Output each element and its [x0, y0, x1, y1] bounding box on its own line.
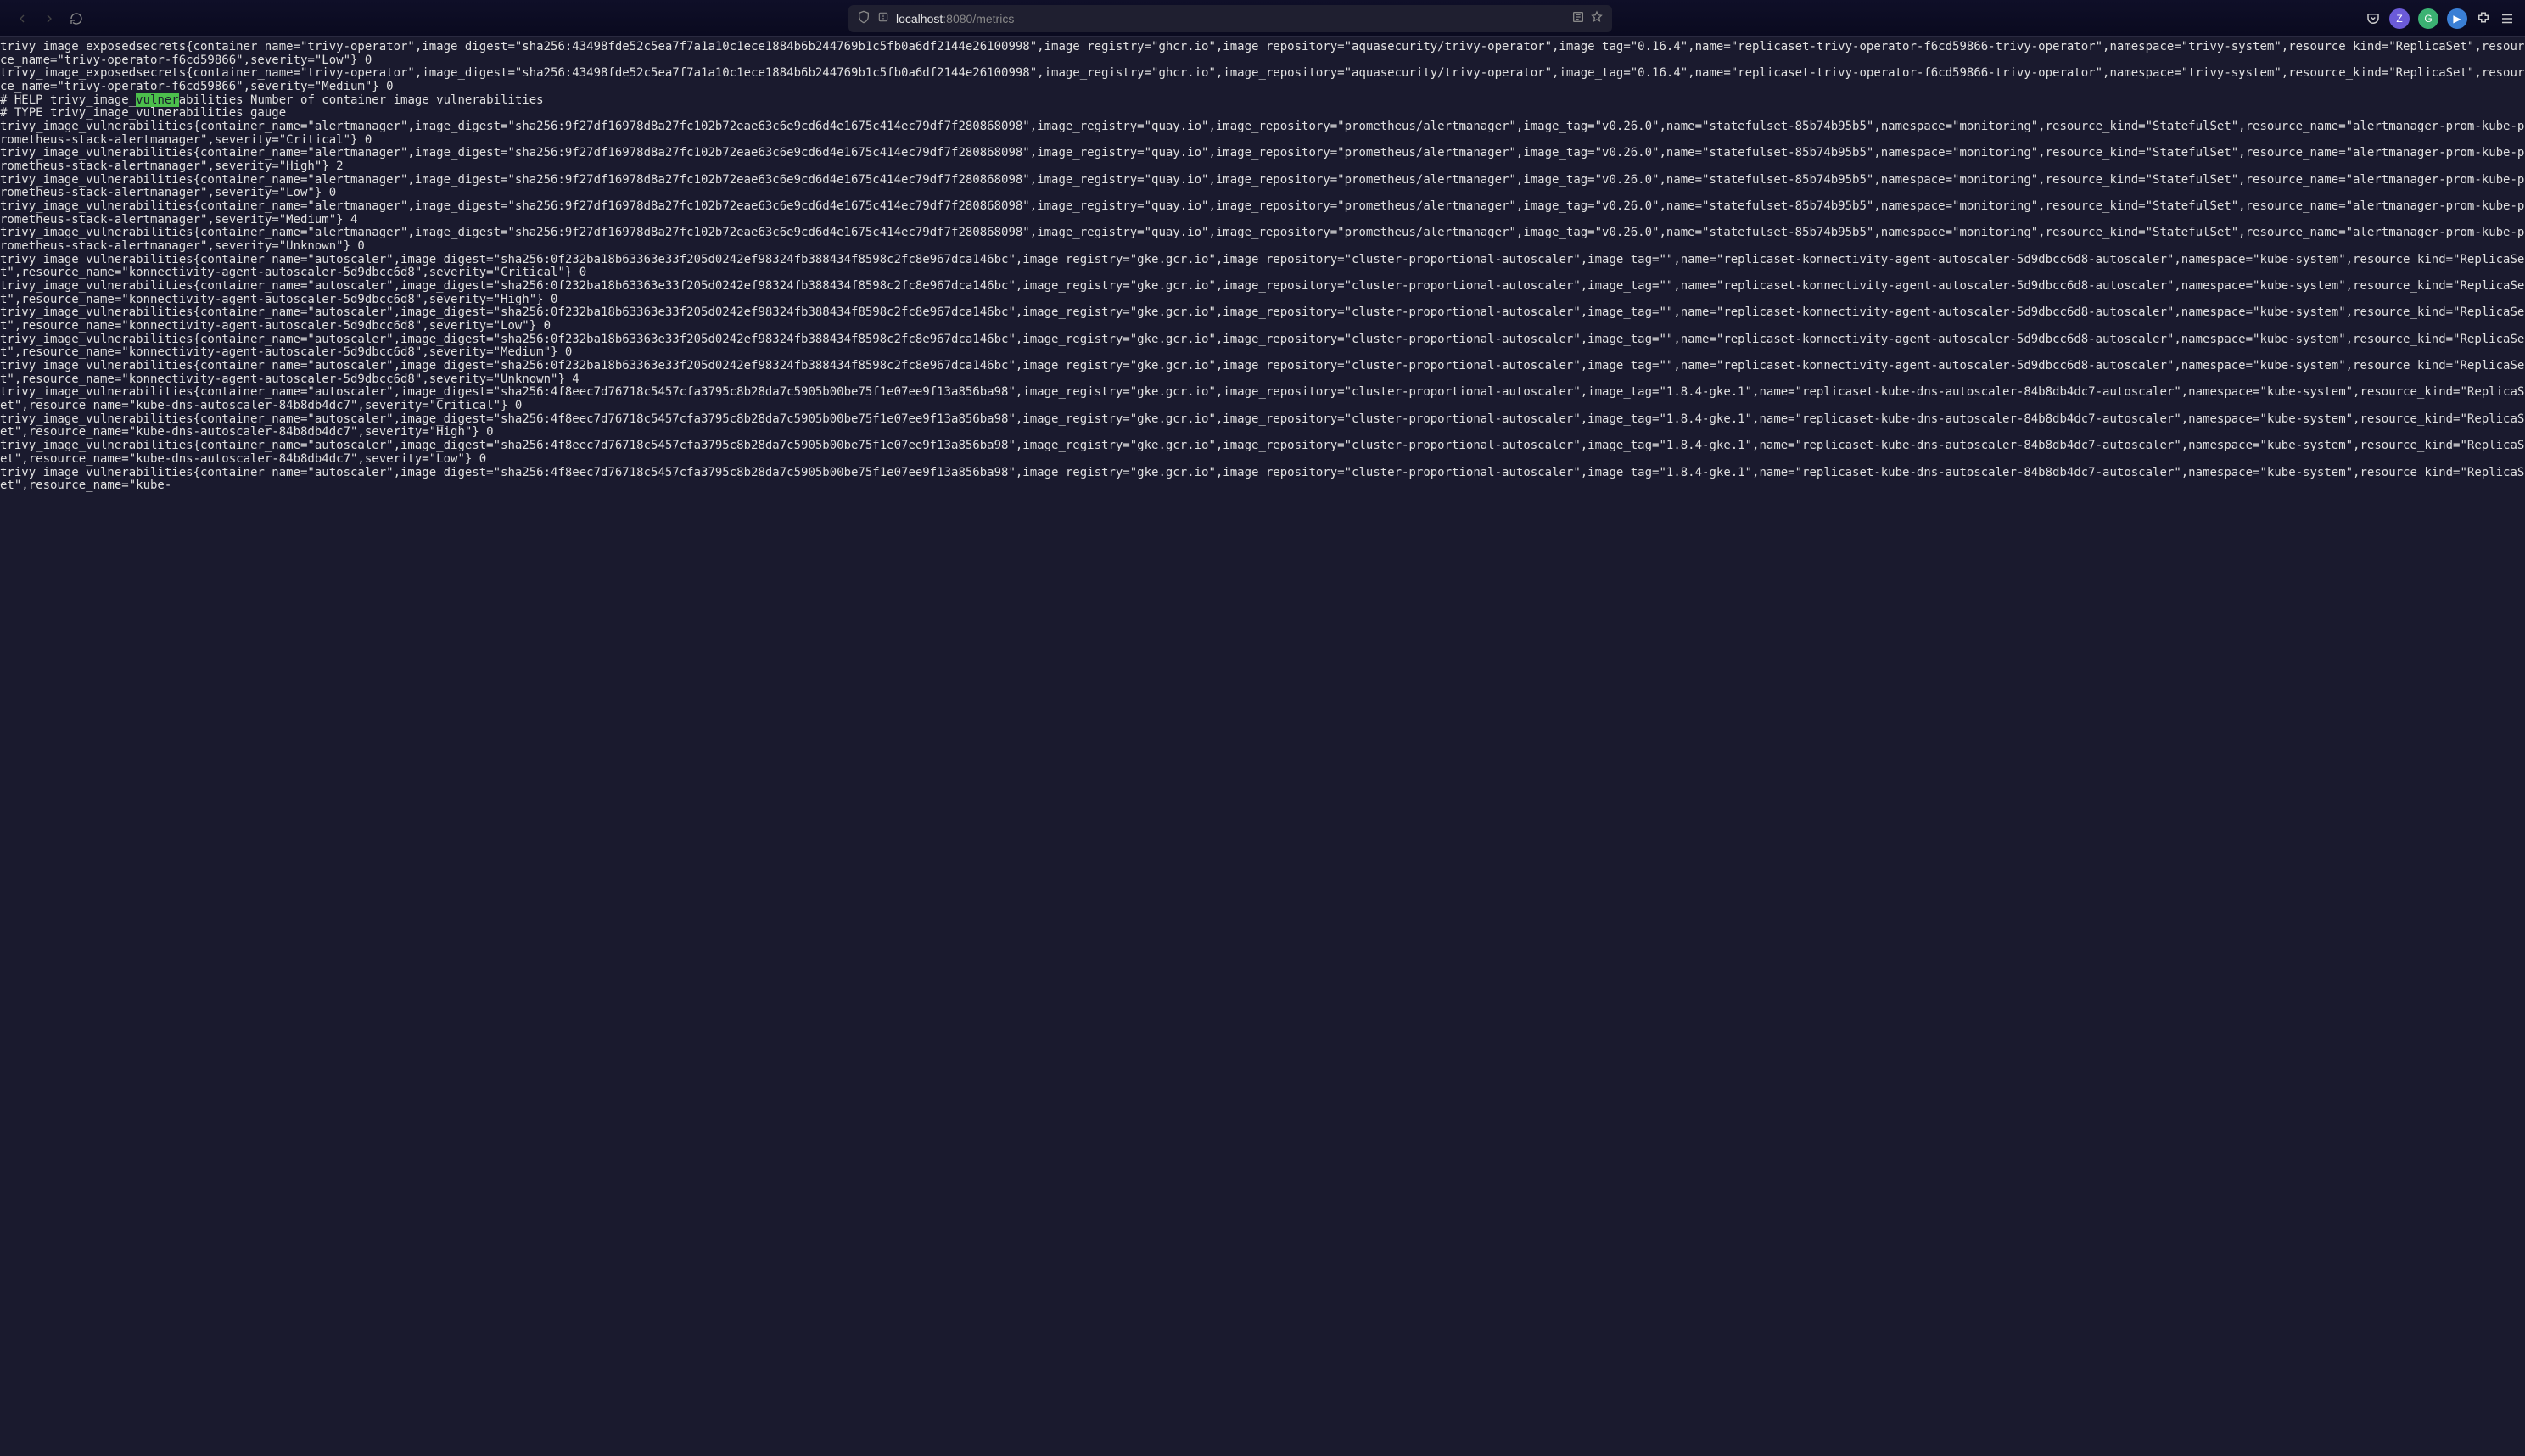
metrics-line: trivy_image_vulnerabilities{container_na…: [0, 386, 2525, 412]
hamburger-menu-icon[interactable]: [2500, 11, 2515, 26]
metrics-line: trivy_image_vulnerabilities{container_na…: [0, 147, 2525, 173]
back-button[interactable]: [10, 7, 34, 31]
toolbar-right-icons: Z G ▶: [2365, 8, 2515, 29]
reload-button[interactable]: [64, 7, 88, 31]
browser-toolbar: localhost:8080/metrics Z G ▶: [0, 0, 2525, 37]
metrics-line: trivy_image_vulnerabilities{container_na…: [0, 413, 2525, 440]
reader-mode-icon[interactable]: [1571, 10, 1585, 26]
nav-buttons: [10, 7, 95, 31]
extension-pill-2[interactable]: G: [2418, 8, 2438, 29]
forward-button[interactable]: [37, 7, 61, 31]
metrics-line: # HELP trivy_image_vulnerabilities Numbe…: [0, 94, 2525, 108]
metrics-line: trivy_image_vulnerabilities{container_na…: [0, 333, 2525, 360]
url-bar-wrapper: localhost:8080/metrics: [848, 5, 1612, 32]
extension-pill-1[interactable]: Z: [2389, 8, 2410, 29]
shield-icon: [857, 10, 871, 26]
url-bar[interactable]: localhost:8080/metrics: [848, 5, 1612, 32]
url-actions: [1571, 10, 1604, 26]
reload-icon: [70, 12, 83, 25]
extensions-icon[interactable]: [2476, 11, 2491, 26]
metrics-line: trivy_image_vulnerabilities{container_na…: [0, 440, 2525, 466]
url-text: localhost:8080/metrics: [896, 12, 1565, 25]
metrics-line: trivy_image_vulnerabilities{container_na…: [0, 360, 2525, 386]
url-port: :8080: [943, 12, 972, 25]
metrics-line: trivy_image_vulnerabilities{container_na…: [0, 200, 2525, 227]
metrics-line: trivy_image_vulnerabilities{container_na…: [0, 254, 2525, 280]
url-host: localhost: [896, 12, 943, 25]
metrics-line: trivy_image_exposedsecrets{container_nam…: [0, 67, 2525, 93]
metrics-line: trivy_image_vulnerabilities{container_na…: [0, 306, 2525, 333]
metrics-line: trivy_image_exposedsecrets{container_nam…: [0, 41, 2525, 67]
metrics-line: trivy_image_vulnerabilities{container_na…: [0, 280, 2525, 306]
bookmark-star-icon[interactable]: [1590, 10, 1604, 26]
page-info-icon: [877, 11, 889, 25]
metrics-content[interactable]: trivy_image_exposedsecrets{container_nam…: [0, 37, 2525, 493]
metrics-line: trivy_image_vulnerabilities{container_na…: [0, 120, 2525, 147]
pocket-icon[interactable]: [2365, 11, 2381, 26]
find-highlight: vulner: [136, 93, 179, 107]
metrics-line: trivy_image_vulnerabilities{container_na…: [0, 227, 2525, 253]
url-path: /metrics: [972, 12, 1014, 25]
arrow-left-icon: [15, 12, 29, 25]
metrics-line: trivy_image_vulnerabilities{container_na…: [0, 467, 2525, 493]
metrics-line: # TYPE trivy_image_vulnerabilities gauge: [0, 107, 2525, 120]
metrics-line: trivy_image_vulnerabilities{container_na…: [0, 174, 2525, 200]
arrow-right-icon: [42, 12, 56, 25]
extension-pill-3[interactable]: ▶: [2447, 8, 2467, 29]
